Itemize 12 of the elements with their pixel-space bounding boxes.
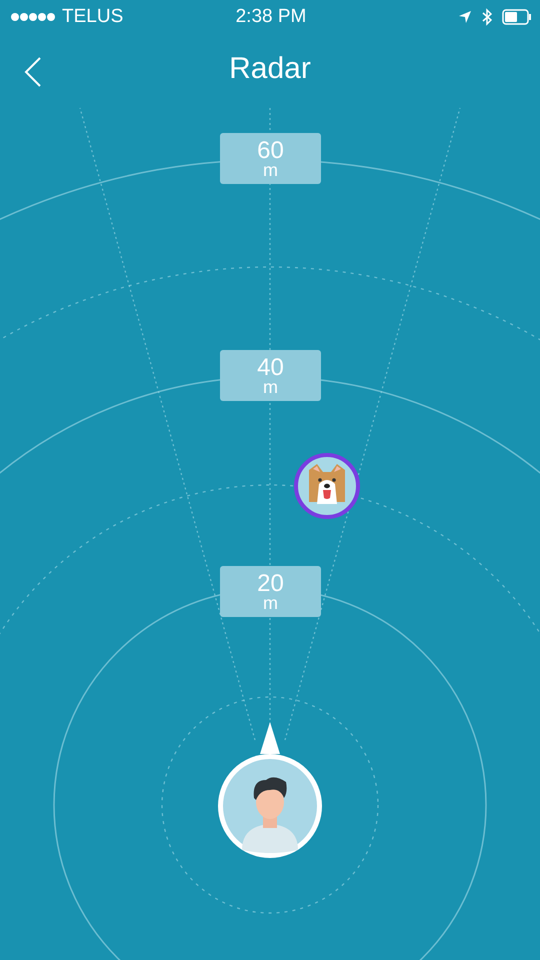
chevron-left-icon [24, 56, 42, 88]
distance-label: 40 m [220, 350, 321, 401]
battery-icon [502, 9, 532, 25]
bluetooth-icon [482, 8, 492, 26]
signal-icon [10, 12, 56, 22]
dog-avatar[interactable] [293, 452, 361, 520]
page-title: Radar [229, 52, 311, 86]
carrier-name: TELUS [62, 6, 124, 28]
distance-label: 20 m [220, 566, 321, 617]
location-arrow-icon [458, 10, 472, 24]
distance-label: 60 m [220, 133, 321, 184]
status-time: 2:38 PM [236, 6, 306, 28]
